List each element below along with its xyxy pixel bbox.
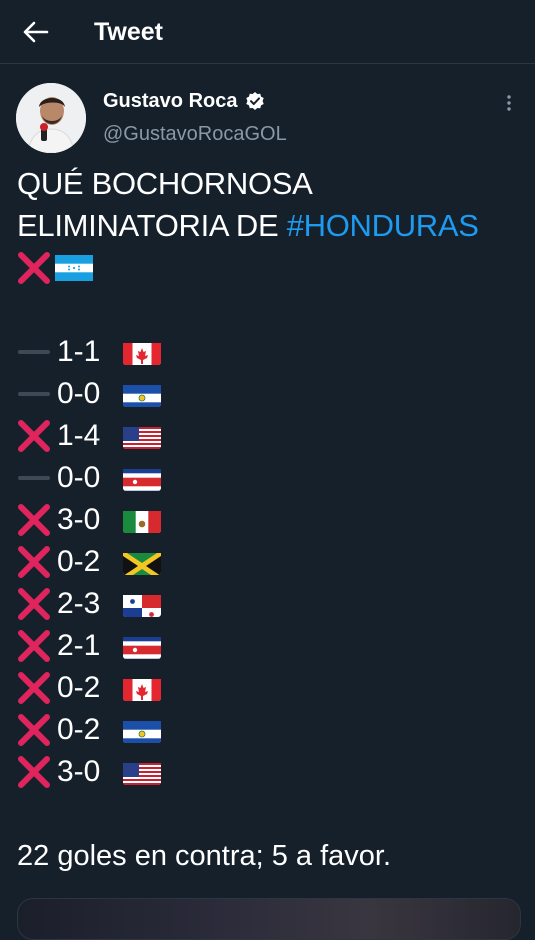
loss-marker — [17, 628, 57, 664]
top-bar: Tweet — [0, 0, 535, 64]
arrow-left-icon — [23, 21, 49, 43]
tweet-line-2-text: ELIMINATORIA DE — [17, 208, 279, 243]
match-score: 3-0 — [57, 755, 101, 788]
jamaica-flag-icon — [123, 549, 161, 575]
loss-marker — [17, 670, 57, 706]
tweet-line-3 — [17, 247, 517, 289]
result-row: 1-4 — [17, 415, 161, 457]
dash-icon — [18, 392, 50, 396]
draw-marker — [17, 460, 57, 496]
page-title: Tweet — [94, 18, 163, 46]
cross-mark-icon — [18, 252, 50, 284]
result-row: 0-0 — [17, 373, 161, 415]
result-row: 0-2 — [17, 667, 161, 709]
match-score: 1-4 — [57, 419, 101, 452]
match-score: 1-1 — [57, 335, 101, 368]
loss-marker — [17, 544, 57, 580]
cross-mark-icon — [18, 630, 50, 662]
cross-mark-icon — [18, 672, 50, 704]
cross-mark-icon — [18, 420, 50, 452]
tweet-line-2: ELIMINATORIA DE #HONDURAS — [17, 205, 517, 247]
result-row: 3-0 — [17, 499, 161, 541]
avatar-image — [16, 83, 86, 153]
mexico-flag-icon — [123, 507, 161, 533]
result-row: 2-3 — [17, 583, 161, 625]
result-row: 2-1 — [17, 625, 161, 667]
loss-marker — [17, 754, 57, 790]
cross-mark-icon — [18, 588, 50, 620]
el-salvador-flag-icon — [123, 717, 161, 743]
match-score: 0-0 — [57, 377, 101, 410]
match-score: 0-2 — [57, 671, 101, 704]
cross-mark-icon — [18, 756, 50, 788]
avatar[interactable] — [16, 83, 86, 153]
match-score: 0-2 — [57, 545, 101, 578]
tweet-text: QUÉ BOCHORNOSA ELIMINATORIA DE #HONDURAS — [17, 163, 517, 289]
loss-marker — [17, 712, 57, 748]
loss-marker — [17, 586, 57, 622]
el-salvador-flag-icon — [123, 381, 161, 407]
dash-icon — [18, 476, 50, 480]
match-score: 2-1 — [57, 629, 101, 662]
canada-flag-icon — [123, 675, 161, 701]
result-row: 0-2 — [17, 541, 161, 583]
usa-flag-icon — [123, 759, 161, 785]
costa-rica-flag-icon — [123, 633, 161, 659]
match-score: 2-3 — [57, 587, 101, 620]
cross-mark-icon — [18, 504, 50, 536]
result-row: 0-0 — [17, 457, 161, 499]
author-handle[interactable]: @GustavoRocaGOL — [103, 121, 287, 147]
loss-marker — [17, 502, 57, 538]
media-preview[interactable] — [17, 898, 521, 940]
panama-flag-icon — [123, 591, 161, 617]
canada-flag-icon — [123, 339, 161, 365]
honduras-flag-icon — [55, 255, 93, 281]
draw-marker — [17, 334, 57, 370]
match-score: 0-0 — [57, 461, 101, 494]
tweet-line-1: QUÉ BOCHORNOSA — [17, 166, 313, 201]
cross-mark-icon — [18, 714, 50, 746]
author-name[interactable]: Gustavo Roca — [103, 88, 265, 114]
verified-badge-icon — [245, 91, 265, 111]
cross-mark-icon — [18, 546, 50, 578]
summary-text: 22 goles en contra; 5 a favor. — [17, 840, 392, 872]
usa-flag-icon — [123, 423, 161, 449]
author-name-text: Gustavo Roca — [103, 90, 238, 112]
draw-marker — [17, 376, 57, 412]
match-score: 0-2 — [57, 713, 101, 746]
result-row: 0-2 — [17, 709, 161, 751]
hashtag-link[interactable]: #HONDURAS — [287, 205, 479, 247]
costa-rica-flag-icon — [123, 465, 161, 491]
result-row: 3-0 — [17, 751, 161, 793]
more-options-button[interactable] — [498, 92, 520, 114]
more-vertical-icon — [507, 95, 511, 111]
match-score: 3-0 — [57, 503, 101, 536]
dash-icon — [18, 350, 50, 354]
results-list: 1-1 0-0 1-4 0-0 3-0 0-2 2-3 2-1 0-2 0-2 3-0 — [17, 331, 161, 793]
result-row: 1-1 — [17, 331, 161, 373]
loss-marker — [17, 418, 57, 454]
back-button[interactable] — [20, 16, 52, 48]
